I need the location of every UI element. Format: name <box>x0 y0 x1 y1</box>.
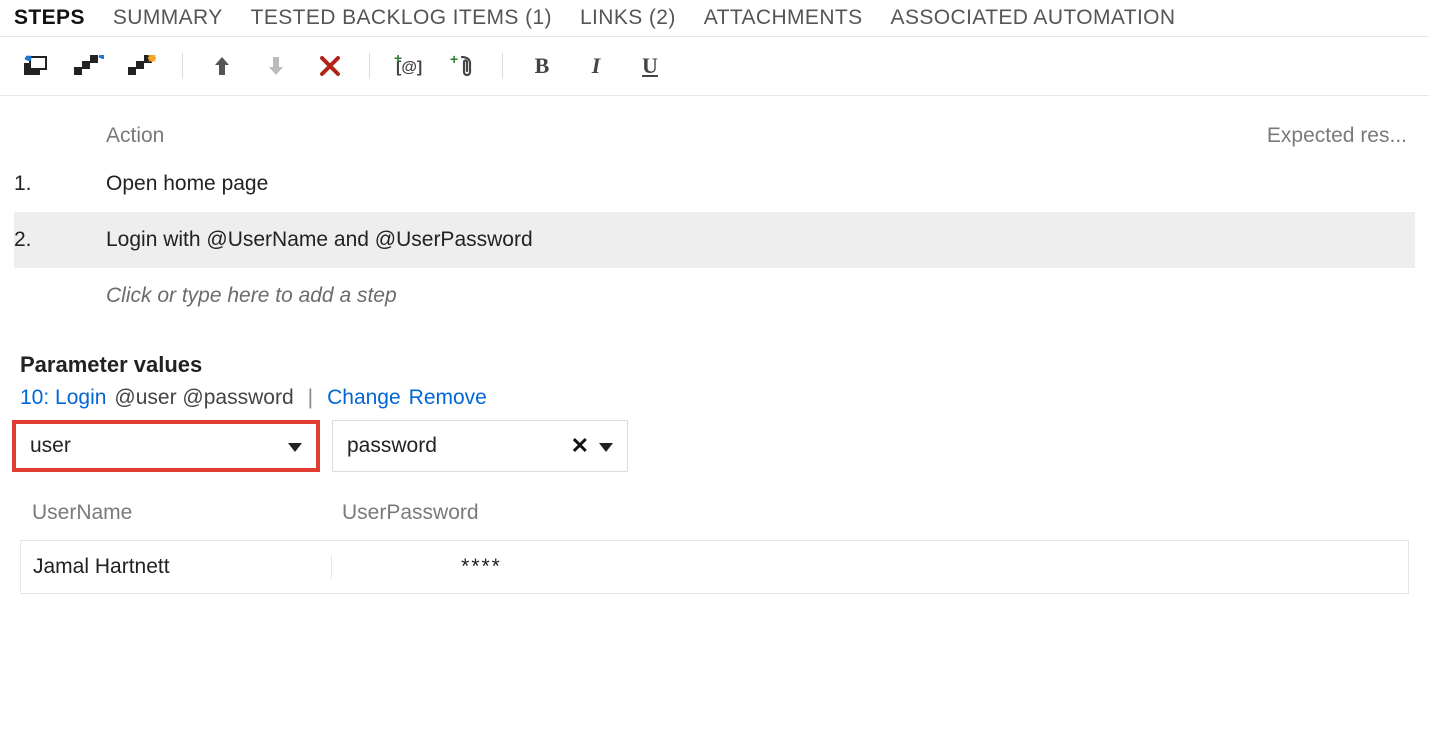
step-number: 2. <box>14 228 106 252</box>
insert-parameter-icon[interactable]: [@] + <box>394 51 424 81</box>
new-shared-step-icon[interactable] <box>128 51 158 81</box>
insert-shared-step-icon[interactable] <box>74 51 104 81</box>
chevron-down-icon <box>288 434 302 458</box>
step-action[interactable]: Login with @UserName and @UserPassword <box>106 228 533 252</box>
table-header: UserName UserPassword <box>20 486 1409 540</box>
shared-parameter-link[interactable]: 10: Login <box>20 386 106 410</box>
svg-text:+: + <box>394 55 402 66</box>
steps-columns: Action Expected res... <box>0 96 1429 148</box>
column-action: Action <box>106 124 164 148</box>
svg-text:+: + <box>450 54 458 67</box>
tab-steps[interactable]: STEPS <box>14 6 85 30</box>
step-row[interactable]: 1. Open home page <box>14 156 1415 212</box>
parameter-mapping-row: user password ✕ <box>0 420 1429 486</box>
remove-parameter-link[interactable]: Remove <box>409 386 487 410</box>
insert-step-icon[interactable] <box>20 51 50 81</box>
separator-pipe: | <box>302 386 319 410</box>
user-mapping-dropdown[interactable]: user <box>12 420 320 472</box>
move-up-icon[interactable] <box>207 51 237 81</box>
delete-step-icon[interactable] <box>315 51 345 81</box>
column-expected: Expected res... <box>1267 124 1415 148</box>
step-number: 1. <box>14 172 106 196</box>
step-action[interactable]: Open home page <box>106 172 268 196</box>
dropdown-value: user <box>30 434 71 458</box>
italic-icon[interactable]: I <box>581 51 611 81</box>
move-down-icon[interactable] <box>261 51 291 81</box>
step-row-selected[interactable]: 2. Login with @UserName and @UserPasswor… <box>14 212 1415 268</box>
tab-attachments[interactable]: ATTACHMENTS <box>704 6 863 30</box>
change-parameter-link[interactable]: Change <box>327 386 401 410</box>
shared-parameter-args: @user @password <box>114 386 293 410</box>
cell-userpassword[interactable]: **** <box>331 555 631 579</box>
parameter-values-table: UserName UserPassword Jamal Hartnett ***… <box>0 486 1429 594</box>
steps-grid: 1. Open home page 2. Login with @UserNam… <box>0 148 1429 324</box>
password-mapping-dropdown[interactable]: password ✕ <box>332 420 628 472</box>
tab-summary[interactable]: SUMMARY <box>113 6 223 30</box>
tab-strip: STEPS SUMMARY TESTED BACKLOG ITEMS (1) L… <box>0 0 1429 37</box>
toolbar-separator <box>182 53 183 79</box>
steps-toolbar: [@] + + B I U <box>0 37 1429 96</box>
tab-tested-backlog-items[interactable]: TESTED BACKLOG ITEMS (1) <box>251 6 552 30</box>
parameter-set-link-row: 10: Login @user @password | Change Remov… <box>0 384 1429 420</box>
bold-icon[interactable]: B <box>527 51 557 81</box>
parameter-values-title: Parameter values <box>0 324 1429 384</box>
add-step-placeholder[interactable]: Click or type here to add a step <box>14 268 1415 324</box>
table-row[interactable]: Jamal Hartnett **** <box>20 540 1409 594</box>
dropdown-value: password <box>347 434 437 458</box>
tab-links[interactable]: LINKS (2) <box>580 6 676 30</box>
underline-icon[interactable]: U <box>635 51 665 81</box>
toolbar-separator <box>502 53 503 79</box>
chevron-down-icon <box>599 434 613 458</box>
col-username: UserName <box>20 501 330 525</box>
cell-username[interactable]: Jamal Hartnett <box>21 555 331 579</box>
clear-icon[interactable]: ✕ <box>571 433 589 459</box>
toolbar-separator <box>369 53 370 79</box>
add-attachment-icon[interactable]: + <box>448 51 478 81</box>
col-userpassword: UserPassword <box>330 501 630 525</box>
tab-associated-automation[interactable]: ASSOCIATED AUTOMATION <box>891 6 1176 30</box>
